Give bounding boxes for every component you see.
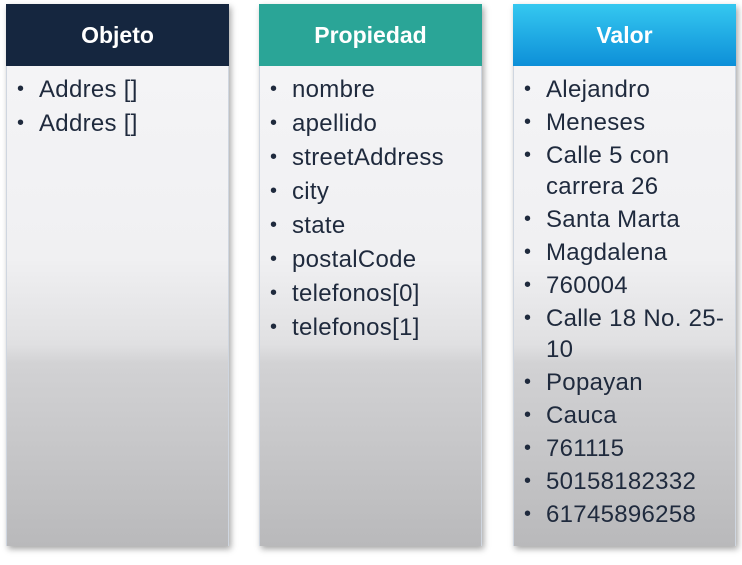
propiedad-header: Propiedad bbox=[259, 4, 482, 66]
list-item: postalCode bbox=[270, 244, 481, 275]
list-item: Addres [] bbox=[17, 74, 228, 105]
propiedad-body: nombre apellido streetAddress city state… bbox=[259, 66, 482, 546]
list-item: 760004 bbox=[524, 270, 735, 301]
valor-list: Alejandro Meneses Calle 5 con carrera 26… bbox=[514, 74, 735, 530]
propiedad-column: Propiedad nombre apellido streetAddress … bbox=[259, 4, 482, 546]
valor-body: Alejandro Meneses Calle 5 con carrera 26… bbox=[513, 66, 736, 546]
list-item: Alejandro bbox=[524, 74, 735, 105]
list-item: Santa Marta bbox=[524, 204, 735, 235]
list-item: 50158182332 bbox=[524, 466, 735, 497]
diagram-canvas: Objeto Addres [] Addres [] Propiedad nom… bbox=[0, 0, 742, 565]
objeto-column: Objeto Addres [] Addres [] bbox=[6, 4, 229, 546]
valor-header: Valor bbox=[513, 4, 736, 66]
list-item: Calle 5 con carrera 26 bbox=[524, 140, 735, 202]
list-item: 61745896258 bbox=[524, 499, 735, 530]
list-item: Addres [] bbox=[17, 108, 228, 139]
objeto-list: Addres [] Addres [] bbox=[7, 74, 228, 139]
list-item: telefonos[0] bbox=[270, 278, 481, 309]
list-item: Calle 18 No. 25-10 bbox=[524, 303, 735, 365]
objeto-body: Addres [] Addres [] bbox=[6, 66, 229, 546]
list-item: nombre bbox=[270, 74, 481, 105]
list-item: telefonos[1] bbox=[270, 312, 481, 343]
list-item: 761115 bbox=[524, 433, 735, 464]
list-item: state bbox=[270, 210, 481, 241]
list-item: Cauca bbox=[524, 400, 735, 431]
list-item: apellido bbox=[270, 108, 481, 139]
list-item: city bbox=[270, 176, 481, 207]
list-item: streetAddress bbox=[270, 142, 481, 173]
list-item: Meneses bbox=[524, 107, 735, 138]
list-item: Magdalena bbox=[524, 237, 735, 268]
objeto-header: Objeto bbox=[6, 4, 229, 66]
list-item: Popayan bbox=[524, 367, 735, 398]
propiedad-list: nombre apellido streetAddress city state… bbox=[260, 74, 481, 343]
valor-column: Valor Alejandro Meneses Calle 5 con carr… bbox=[513, 4, 736, 546]
